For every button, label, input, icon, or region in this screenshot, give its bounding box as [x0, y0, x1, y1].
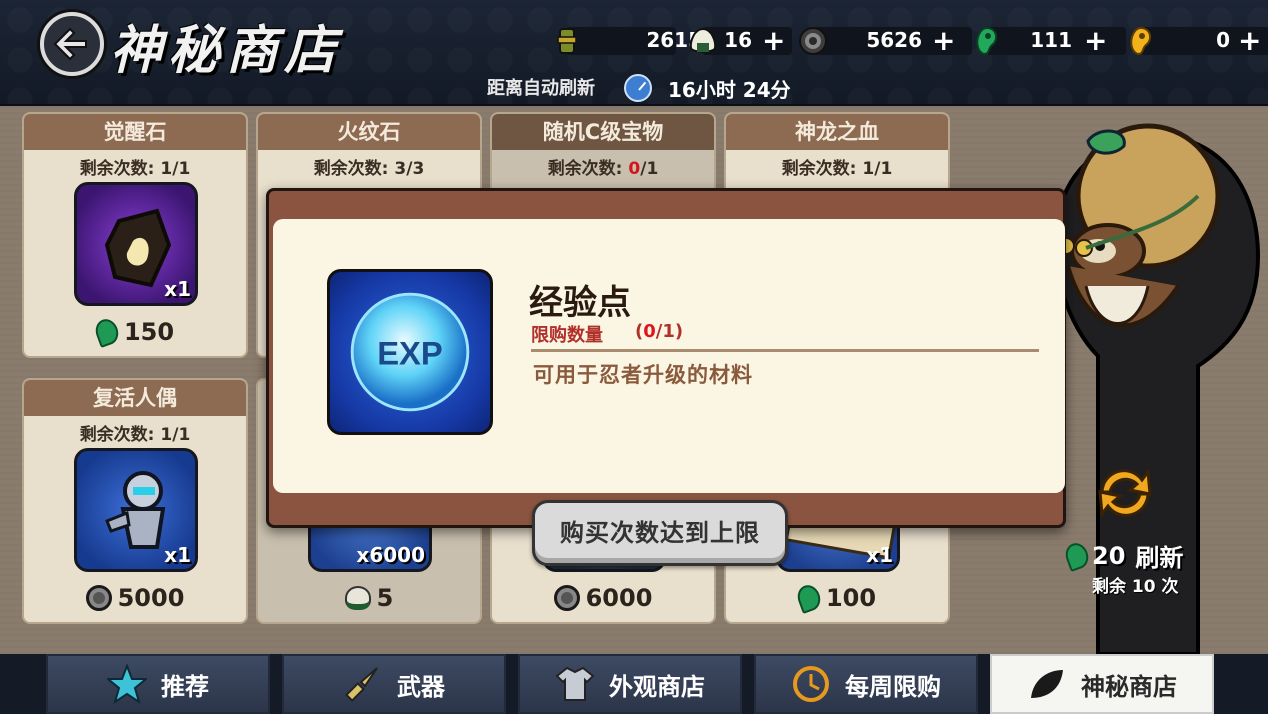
- rice-ball-icon: [689, 27, 717, 53]
- card-title: 觉醒石: [24, 114, 246, 150]
- item-quantity: x6000: [356, 543, 425, 567]
- refresh-icon[interactable]: [1090, 458, 1160, 528]
- purchase-limit-label: 限购数量: [531, 325, 603, 346]
- resource-green-jade: 111 +: [972, 24, 1126, 58]
- auto-refresh-label: 距离自动刷新: [487, 78, 595, 99]
- tab-label: 每周限购: [845, 672, 941, 701]
- card-price: 5000: [24, 584, 246, 612]
- card-title: 复活人偶: [24, 380, 246, 416]
- add-green-jade-button[interactable]: +: [1084, 24, 1107, 58]
- tab-label: 外观商店: [609, 672, 705, 701]
- tab-label: 推荐: [161, 672, 209, 701]
- kunai-icon: [345, 667, 378, 702]
- exp-icon-text: EXP: [377, 335, 443, 372]
- page-title: 神秘商店: [110, 20, 343, 81]
- card-remain: 剩余次数: 3/3: [313, 159, 425, 179]
- item-detail-modal: EXP 经验点 限购数量 (0/1) 可用于忍者升级的材料: [266, 188, 1066, 528]
- card-title: 火纹石: [258, 114, 480, 150]
- modal-body: EXP 经验点 限购数量 (0/1) 可用于忍者升级的材料: [273, 219, 1065, 493]
- purchase-limit-value: (0/1): [635, 321, 684, 342]
- shop-card[interactable]: 复活人偶 剩余次数: 1/1 x1 5000: [22, 378, 248, 624]
- tab-label: 武器: [397, 672, 445, 701]
- coin-icon: [553, 585, 580, 611]
- shop-card[interactable]: 觉醒石 剩余次数: 1/1 x1 150: [22, 112, 248, 358]
- auto-refresh-time: 16小时 24分: [668, 78, 791, 102]
- resource-rice-ball: 16 +: [688, 24, 792, 58]
- tab-label: 神秘商店: [1081, 672, 1177, 701]
- star-icon: [107, 664, 147, 704]
- arrow-left-icon: [53, 27, 87, 61]
- resource-value: 16: [724, 28, 752, 52]
- item-quantity: x1: [866, 543, 893, 567]
- card-title: 神龙之血: [726, 114, 948, 150]
- green-jade-icon: [976, 26, 998, 56]
- top-bar: 神秘商店 2615 16 + 5626 + 111 + 0 + 距离自动刷新 1…: [0, 0, 1268, 106]
- tab-appearance-shop[interactable]: 外观商店: [518, 654, 742, 714]
- tab-mystery-shop[interactable]: 神秘商店: [990, 654, 1214, 714]
- item-quantity: x1: [164, 277, 191, 301]
- tab-recommended[interactable]: 推荐: [46, 654, 270, 714]
- add-coin-button[interactable]: +: [932, 24, 955, 58]
- exp-orb-icon: EXP: [327, 269, 493, 435]
- gold-jade-icon: [1130, 26, 1152, 56]
- resource-scroll: 2615: [552, 24, 702, 58]
- resource-value: 111: [1030, 28, 1072, 52]
- card-remain: 剩余次数: 1/1: [79, 159, 191, 179]
- coin-icon: [799, 27, 827, 55]
- card-remain: 剩余次数: 1/1: [781, 159, 893, 179]
- resource-coin: 5626 +: [798, 24, 972, 58]
- shirt-icon: [555, 666, 595, 701]
- resource-value: 5626: [866, 28, 922, 52]
- green-jade-icon: [1062, 539, 1092, 572]
- add-rice-ball-button[interactable]: +: [762, 24, 785, 58]
- divider: [531, 349, 1039, 352]
- item-name: 经验点: [529, 283, 631, 323]
- resource-value: 0: [1216, 28, 1230, 52]
- coin-icon: [85, 585, 112, 611]
- clock-icon: [793, 666, 829, 702]
- back-button[interactable]: [40, 12, 104, 76]
- scroll-icon: [557, 28, 577, 54]
- tab-weapons[interactable]: 武器: [282, 654, 506, 714]
- rice-ball-icon: [344, 586, 371, 610]
- green-jade-icon: [92, 316, 122, 348]
- card-price: 6000: [492, 584, 714, 612]
- leaf-icon: [1031, 670, 1063, 698]
- tab-weekly-limited[interactable]: 每周限购: [754, 654, 978, 714]
- card-price: 5: [258, 584, 480, 612]
- green-jade-icon: [794, 582, 824, 614]
- add-gold-jade-button[interactable]: +: [1238, 24, 1261, 58]
- card-price: 100: [726, 582, 948, 614]
- item-description: 可用于忍者升级的材料: [533, 363, 753, 387]
- revive-doll-icon: x1: [74, 448, 198, 572]
- awakening-stone-icon: x1: [74, 182, 198, 306]
- card-price: 150: [24, 316, 246, 348]
- clock-icon: [624, 74, 652, 102]
- refresh-cost[interactable]: 20 刷新: [1062, 538, 1183, 573]
- buy-button-disabled[interactable]: 购买次数达到上限: [532, 500, 788, 566]
- card-title: 随机C级宝物: [492, 114, 714, 150]
- item-quantity: x1: [164, 543, 191, 567]
- refresh-remaining: 剩余 10 次: [1092, 577, 1179, 597]
- card-remain: 剩余次数: 1/1: [79, 425, 191, 445]
- card-remain: 剩余次数: 0/1: [547, 159, 659, 179]
- resource-value: 2615: [646, 28, 702, 52]
- resource-gold-jade: 0 +: [1126, 24, 1268, 58]
- bottom-tab-bar: 推荐 武器 外观商店 每周限购 神秘商店: [0, 654, 1268, 714]
